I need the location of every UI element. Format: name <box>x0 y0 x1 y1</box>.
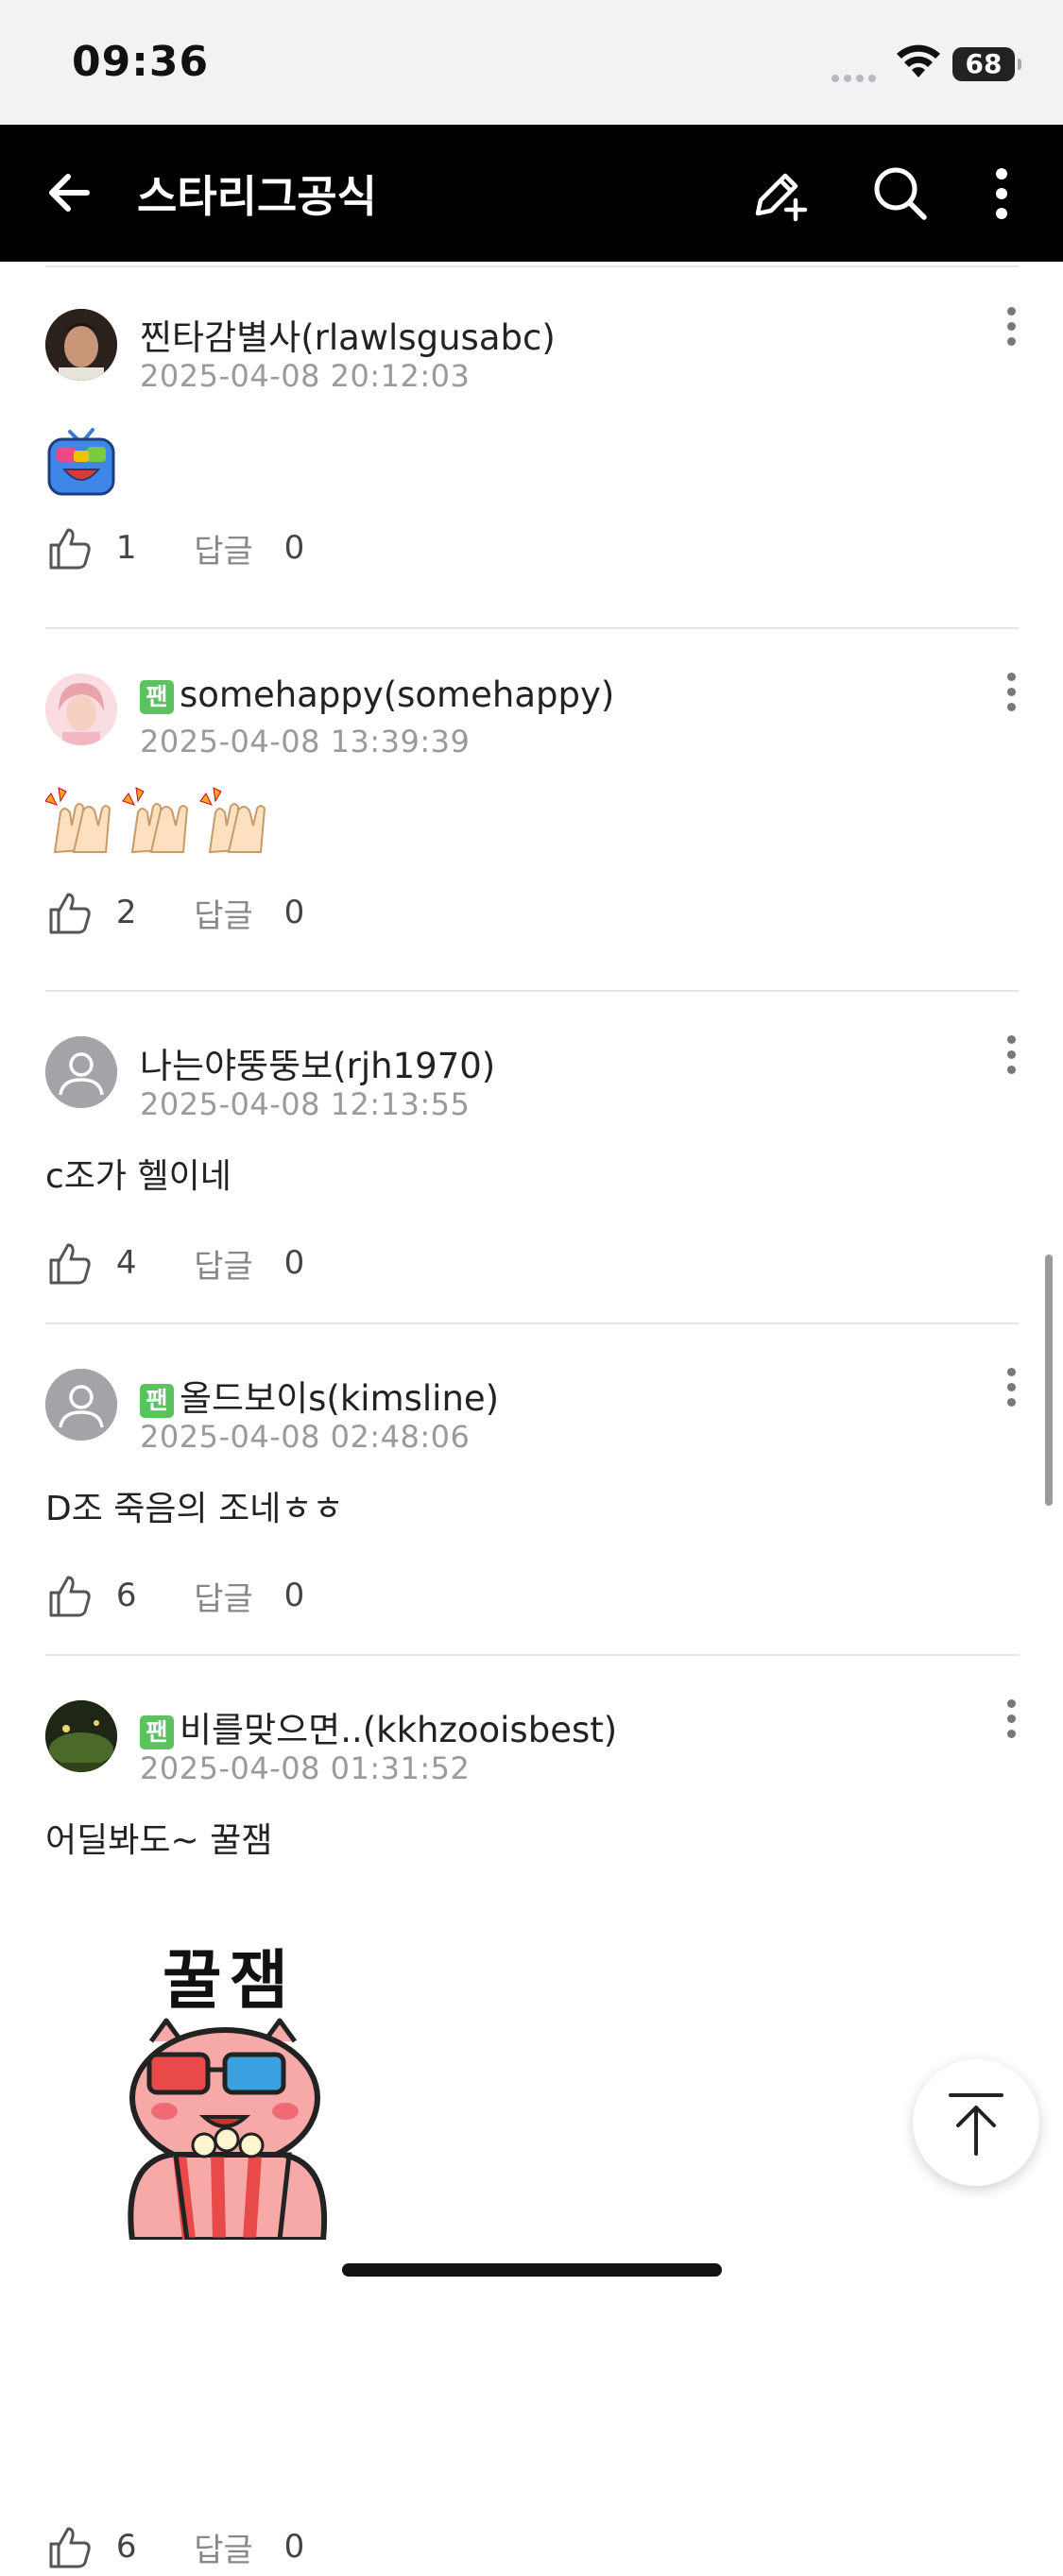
scroll-to-top-button[interactable] <box>913 2059 1039 2186</box>
comment-author[interactable]: 나는야뚱뚱보(rjh1970) <box>140 1037 495 1088</box>
comment-text: c조가 헬이네 <box>45 1157 231 1196</box>
comment-date: 2025-04-08 20:12:03 <box>140 358 471 394</box>
arrow-left-icon[interactable] <box>42 164 98 221</box>
pencil-plus-icon[interactable] <box>746 162 809 225</box>
avatar[interactable] <box>45 674 117 745</box>
divider <box>45 990 1019 992</box>
thumbs-up-icon[interactable] <box>45 2523 93 2570</box>
fan-badge: 팬 <box>140 1384 174 1418</box>
reply-count: 0 <box>283 1244 305 1282</box>
thumbs-up-icon[interactable] <box>45 1239 93 1287</box>
avatar[interactable] <box>45 1369 117 1441</box>
reply-button[interactable]: 답글 <box>194 1573 253 1619</box>
clapping-hands-emoji <box>45 787 266 854</box>
reply-button[interactable]: 답글 <box>194 890 253 936</box>
fan-badge: 팬 <box>140 680 174 714</box>
reply-count: 0 <box>283 529 305 567</box>
comment-actions: 1 답글 0 <box>45 524 304 577</box>
wifi-icon <box>897 44 940 77</box>
more-options-icon[interactable] <box>1002 673 1020 729</box>
like-count: 6 <box>115 1577 137 1614</box>
home-indicator[interactable] <box>342 2263 722 2277</box>
comment-text: 어딜봐도~ 꿀잼 <box>45 1821 273 1860</box>
comment-date: 2025-04-08 02:48:06 <box>140 1419 471 1455</box>
status-time: 09:36 <box>72 38 210 86</box>
author-name[interactable]: 올드보이s(kimsline) <box>180 1378 499 1419</box>
reply-button[interactable]: 답글 <box>194 1240 253 1287</box>
comment-text: D조 죽음의 조네ㅎㅎ <box>45 1490 344 1528</box>
page-title: 스타리그공식 <box>137 171 377 222</box>
battery-level: 68 <box>965 48 1003 79</box>
author-name[interactable]: 비를맞으면..(kkhzooisbest) <box>180 1710 617 1750</box>
reply-button[interactable]: 답글 <box>194 525 253 571</box>
divider <box>45 1322 1019 1324</box>
default-avatar-icon <box>45 1369 117 1441</box>
battery-icon: 68 <box>952 47 1021 81</box>
thumbs-up-icon[interactable] <box>45 524 93 571</box>
more-options-icon[interactable] <box>1002 1035 1020 1092</box>
divider <box>45 1654 1019 1656</box>
reply-button[interactable]: 답글 <box>194 2524 253 2570</box>
comment-date: 2025-04-08 13:39:39 <box>140 724 471 759</box>
like-count: 2 <box>115 894 137 931</box>
more-options-icon[interactable] <box>1002 1368 1020 1424</box>
fan-badge: 팬 <box>140 1715 174 1749</box>
comment-author[interactable]: 팬 올드보이s(kimsline) <box>140 1370 499 1421</box>
avatar[interactable] <box>45 1036 117 1108</box>
comment-date: 2025-04-08 12:13:55 <box>140 1086 471 1122</box>
sticker-caption: 꿀잼 <box>163 1944 297 2019</box>
avatar[interactable] <box>45 309 117 381</box>
comment-author[interactable]: 찐타감별사(rlawlsgusabc) <box>140 309 556 360</box>
comment-actions: 6 답글 0 <box>45 1572 304 1625</box>
like-count: 6 <box>115 2528 137 2566</box>
divider <box>45 627 1019 629</box>
comment-author[interactable]: 팬 비를맞으면..(kkhzooisbest) <box>140 1701 617 1752</box>
status-bar: 09:36 68 <box>0 0 1063 125</box>
default-avatar-icon <box>45 1036 117 1108</box>
avatar[interactable] <box>45 1700 117 1772</box>
cellular-signal-icon <box>832 68 883 82</box>
app-header: 스타리그공식 <box>0 125 1063 262</box>
author-name[interactable]: somehappy(somehappy) <box>180 674 614 715</box>
more-options-icon[interactable] <box>1002 307 1020 364</box>
scrollbar[interactable] <box>1045 1254 1053 1506</box>
comment-actions: 4 답글 0 <box>45 1239 304 1292</box>
comment-actions: 6 답글 0 <box>45 2523 304 2576</box>
thumbs-up-icon[interactable] <box>45 1572 93 1619</box>
comment-actions: 2 답글 0 <box>45 889 304 942</box>
comment-date: 2025-04-08 01:31:52 <box>140 1750 471 1786</box>
search-icon[interactable] <box>869 162 932 225</box>
more-options-icon[interactable] <box>1002 1699 1020 1756</box>
reply-count: 0 <box>283 2528 305 2566</box>
comment-author[interactable]: 팬 somehappy(somehappy) <box>140 674 614 715</box>
tv-robot-emoji <box>47 428 115 496</box>
divider <box>45 265 1019 267</box>
like-count: 4 <box>115 1244 137 1282</box>
reply-count: 0 <box>283 894 305 931</box>
like-count: 1 <box>115 529 137 567</box>
kebab-menu-icon[interactable] <box>983 162 1020 225</box>
arrow-up-to-top-icon <box>949 2093 1003 2156</box>
thumbs-up-icon[interactable] <box>45 889 93 936</box>
reply-count: 0 <box>283 1577 305 1614</box>
pink-character-popcorn-sticker: 꿀잼 <box>113 1928 350 2240</box>
